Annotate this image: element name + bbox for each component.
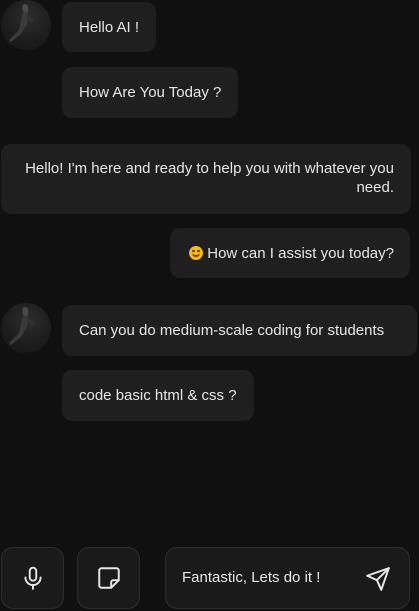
message-bubble-user: Can you do medium-scale coding for stude… — [62, 305, 417, 356]
attach-note-button[interactable] — [77, 547, 140, 609]
message-bubble-assistant: Hello! I'm here and ready to help you wi… — [1, 144, 411, 214]
message-text: How can I assist you today? — [207, 244, 394, 262]
message-input-value[interactable]: Fantastic, Lets do it ! — [182, 569, 320, 586]
message-bubble-user: Hello AI ! — [62, 2, 157, 52]
message-text: code basic html & css ? — [79, 387, 237, 404]
silhouette-icon — [9, 4, 34, 42]
message-bubble-assistant: How can I assist you today? — [170, 228, 410, 278]
message-text: Can you do medium-scale coding for stude… — [79, 322, 385, 339]
microphone-button[interactable] — [1, 547, 64, 609]
message-bubble-user: code basic html & css ? — [62, 370, 254, 421]
smiling-face-icon — [189, 246, 204, 260]
microphone-icon — [23, 566, 42, 590]
user-avatar — [1, 0, 51, 50]
send-icon[interactable] — [365, 566, 391, 592]
message-text: Hello AI ! — [79, 18, 140, 36]
sticky-note-icon — [97, 567, 120, 589]
message-input[interactable]: Fantastic, Lets do it ! — [165, 547, 410, 609]
message-bubble-user: How Are You Today ? — [62, 67, 239, 118]
user-avatar — [1, 303, 51, 353]
message-text: Hello! I'm here and ready to help you wi… — [25, 160, 394, 196]
message-text: How Are You Today ? — [79, 84, 222, 101]
silhouette-icon — [9, 307, 34, 345]
